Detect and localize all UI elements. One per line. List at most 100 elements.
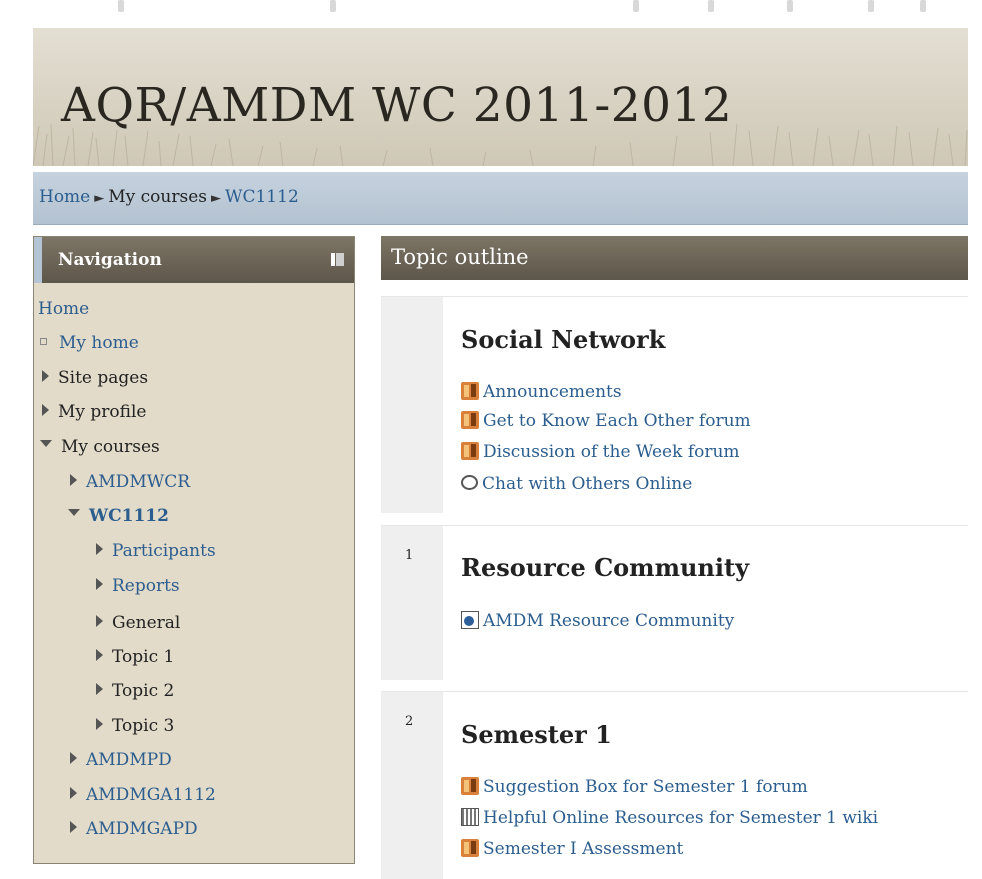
top-edge-mark: [920, 0, 926, 12]
topic-outline-title: Topic outline: [391, 245, 529, 269]
nav-item-participants[interactable]: Participants: [96, 541, 216, 561]
top-edge-mark: [868, 0, 874, 12]
top-edge-mark: [708, 0, 714, 12]
nav-item-home[interactable]: Home: [38, 299, 89, 319]
activity-chat[interactable]: Chat with Others Online: [461, 474, 692, 494]
section-number: 1: [405, 548, 414, 563]
nav-item-course-amdmga1112[interactable]: AMDMGA1112: [70, 785, 216, 805]
nav-item-label[interactable]: AMDMWCR: [86, 472, 190, 492]
topic-outline-header: Topic outline: [381, 236, 968, 280]
section-gutter: [381, 297, 443, 513]
top-edge-mark: [633, 0, 639, 12]
navigation-header-accent: [34, 237, 42, 283]
nav-item-site-pages[interactable]: Site pages: [42, 368, 148, 388]
nav-item-topic-3[interactable]: Topic 3: [96, 716, 174, 736]
nav-item-my-home[interactable]: My home: [40, 333, 139, 353]
site-header-banner: AQR/AMDM WC 2011-2012: [33, 28, 968, 166]
course-section-2: 2 Semester 1 Suggestion Box for Semester…: [381, 691, 968, 879]
triangle-right-icon[interactable]: [96, 614, 103, 627]
triangle-right-icon[interactable]: [96, 717, 103, 730]
nav-item-course-amdmpd[interactable]: AMDMPD: [70, 750, 172, 770]
triangle-right-icon[interactable]: [96, 542, 103, 555]
nav-item-label[interactable]: My courses: [61, 437, 160, 457]
triangle-right-icon[interactable]: [70, 751, 77, 764]
dock-block-icon[interactable]: [331, 253, 344, 266]
nav-item-label[interactable]: My home: [59, 333, 139, 353]
forum-icon: [461, 441, 479, 460]
activity-link[interactable]: Get to Know Each Other forum: [483, 411, 751, 431]
triangle-right-icon[interactable]: [70, 473, 77, 486]
nav-item-topic-1[interactable]: Topic 1: [96, 647, 174, 667]
nav-item-reports[interactable]: Reports: [96, 576, 180, 596]
nav-item-label[interactable]: General: [112, 613, 180, 633]
navigation-header: Navigation: [34, 237, 354, 283]
nav-item-my-courses[interactable]: My courses: [40, 437, 160, 457]
breadcrumb-separator: ►: [211, 191, 222, 206]
page-icon: [461, 610, 479, 629]
activity-link[interactable]: AMDM Resource Community: [483, 611, 734, 631]
nav-item-course-amdmwcr[interactable]: AMDMWCR: [70, 472, 190, 492]
triangle-right-icon[interactable]: [96, 682, 103, 695]
triangle-right-icon[interactable]: [70, 786, 77, 799]
navigation-block: Navigation Home My home Site pages My pr…: [33, 236, 355, 864]
nav-item-label[interactable]: AMDMGA1112: [86, 785, 216, 805]
activity-helpful-resources-wiki[interactable]: Helpful Online Resources for Semester 1 …: [461, 807, 878, 828]
section-title: Social Network: [461, 325, 666, 354]
nav-item-label[interactable]: WC1112: [89, 506, 169, 526]
triangle-down-icon[interactable]: [68, 509, 80, 516]
nav-item-label[interactable]: Participants: [112, 541, 216, 561]
nav-item-label[interactable]: Topic 2: [112, 681, 174, 701]
forum-icon: [461, 381, 479, 400]
top-edge-mark: [787, 0, 793, 12]
nav-item-course-wc1112[interactable]: WC1112: [68, 506, 169, 526]
activity-suggestion-box[interactable]: Suggestion Box for Semester 1 forum: [461, 776, 808, 797]
activity-discussion-forum[interactable]: Discussion of the Week forum: [461, 441, 740, 462]
wiki-icon: [461, 807, 479, 826]
nav-item-label[interactable]: AMDMGAPD: [86, 819, 198, 839]
breadcrumb-separator: ►: [94, 191, 105, 206]
section-number: 2: [405, 714, 414, 729]
course-section-1: 1 Resource Community AMDM Resource Commu…: [381, 525, 968, 680]
forum-icon: [461, 410, 479, 429]
section-title: Resource Community: [461, 553, 750, 582]
breadcrumb-bar: Home ► My courses ► WC1112: [33, 172, 968, 225]
activity-announcements[interactable]: Announcements: [461, 381, 622, 402]
nav-item-general[interactable]: General: [96, 613, 180, 633]
activity-link[interactable]: Chat with Others Online: [482, 474, 692, 494]
nav-item-topic-2[interactable]: Topic 2: [96, 681, 174, 701]
activity-link[interactable]: Semester I Assessment: [483, 839, 683, 859]
triangle-right-icon[interactable]: [70, 820, 77, 833]
nav-item-label[interactable]: Topic 1: [112, 647, 174, 667]
nav-item-label[interactable]: Home: [38, 299, 89, 319]
top-edge: [0, 0, 982, 22]
activity-semester-assessment[interactable]: Semester I Assessment: [461, 838, 683, 859]
nav-item-my-profile[interactable]: My profile: [42, 402, 147, 422]
square-bullet-icon: [40, 338, 47, 345]
activity-link[interactable]: Discussion of the Week forum: [483, 442, 740, 462]
nav-item-label[interactable]: Reports: [112, 576, 180, 596]
activity-resource-community[interactable]: AMDM Resource Community: [461, 610, 734, 631]
activity-link[interactable]: Announcements: [483, 382, 622, 402]
triangle-down-icon[interactable]: [40, 440, 52, 447]
nav-item-label[interactable]: Site pages: [58, 368, 148, 388]
breadcrumb-my-courses[interactable]: My courses: [108, 187, 207, 207]
activity-link[interactable]: Suggestion Box for Semester 1 forum: [483, 777, 808, 797]
activity-get-to-know-forum[interactable]: Get to Know Each Other forum: [461, 410, 751, 431]
page-title: AQR/AMDM WC 2011-2012: [61, 78, 733, 133]
chat-icon: [461, 475, 478, 490]
forum-icon: [461, 776, 479, 795]
triangle-right-icon[interactable]: [96, 648, 103, 661]
nav-item-label[interactable]: Topic 3: [112, 716, 174, 736]
forum-icon: [461, 838, 479, 857]
breadcrumb: Home ► My courses ► WC1112: [39, 187, 299, 207]
breadcrumb-course[interactable]: WC1112: [225, 187, 299, 207]
breadcrumb-home[interactable]: Home: [39, 187, 90, 207]
activity-link[interactable]: Helpful Online Resources for Semester 1 …: [483, 808, 878, 828]
section-title: Semester 1: [461, 720, 612, 749]
triangle-right-icon[interactable]: [42, 369, 49, 382]
triangle-right-icon[interactable]: [42, 403, 49, 416]
triangle-right-icon[interactable]: [96, 577, 103, 590]
nav-item-course-amdmgapd[interactable]: AMDMGAPD: [70, 819, 198, 839]
nav-item-label[interactable]: AMDMPD: [86, 750, 172, 770]
nav-item-label[interactable]: My profile: [58, 402, 147, 422]
